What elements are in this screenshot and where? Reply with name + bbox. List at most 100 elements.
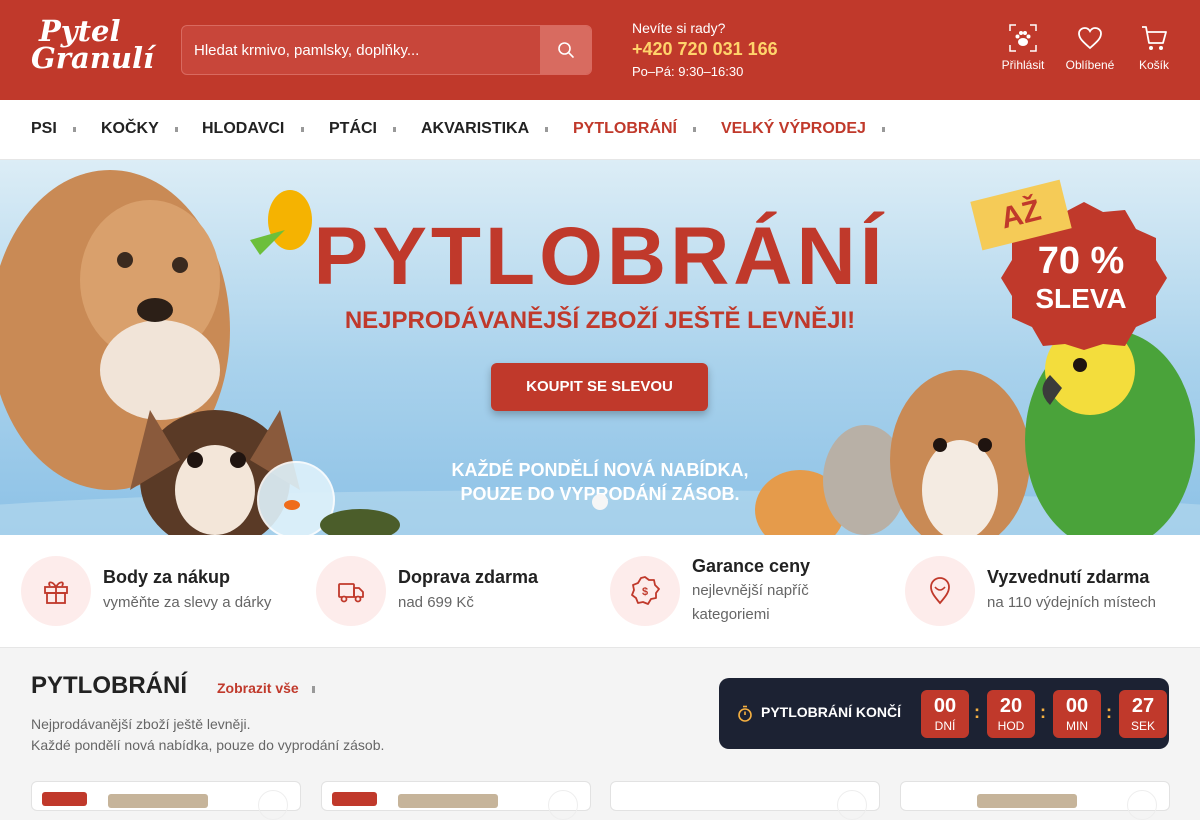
countdown-separator: :: [1040, 702, 1046, 722]
section-desc-line-1: Nejprodávanější zboží ještě levněji.: [31, 716, 251, 732]
countdown-minutes: 00 MIN: [1053, 690, 1101, 738]
product-card[interactable]: [321, 781, 591, 820]
search-bar: [181, 25, 592, 75]
login-label: Přihlásit: [1001, 58, 1045, 72]
benefit-desc: nad 699 Kč: [398, 594, 474, 611]
nav-item-akvaristika[interactable]: AKVARISTIKA: [421, 120, 529, 138]
product-image[interactable]: [108, 794, 208, 808]
main-navigation: PSI KOČKY HLODAVCI PTÁCI AKVARISTIKA PYT…: [0, 100, 1200, 160]
benefit-title: Garance ceny: [692, 556, 811, 576]
favorite-toggle[interactable]: [258, 790, 288, 820]
benefit-icon-circle: [905, 556, 975, 626]
paw-icon: [1009, 24, 1037, 52]
benefit-item: Doprava zdarma nad 699 Kč: [316, 556, 596, 626]
stopwatch-icon: [738, 705, 752, 722]
countdown-unit: SEK: [1130, 719, 1155, 733]
countdown-unit: DNÍ: [934, 719, 956, 733]
section-desc-line-2: Každé pondělí nová nabídka, pouze do vyp…: [31, 737, 385, 753]
benefit-icon-circle: [316, 556, 386, 626]
view-all-link[interactable]: Zobrazit vše: [217, 680, 299, 696]
discount-tag: [42, 792, 87, 806]
hero-note-line-1: KAŽDÉ PONDĚLÍ NOVÁ NABÍDKA,: [451, 460, 749, 480]
benefit-desc: vyměňte za slevy a dárky: [103, 594, 272, 611]
product-image[interactable]: [977, 794, 1077, 808]
product-card[interactable]: [31, 781, 301, 820]
favorites-button[interactable]: Oblíbené: [1055, 24, 1125, 72]
countdown-value: 27: [1131, 695, 1155, 717]
nav-item-pytlobrani[interactable]: PYTLOBRÁNÍ: [573, 120, 677, 138]
cart-icon: [1142, 26, 1167, 50]
help-phone[interactable]: +420 720 031 166: [632, 39, 778, 60]
favorite-toggle[interactable]: [837, 790, 867, 820]
benefit-desc: na 110 výdejních místech: [987, 594, 1156, 611]
countdown-days: 00 DNÍ: [921, 690, 969, 738]
section-title: PYTLOBRÁNÍ: [31, 672, 187, 699]
benefit-item: Body za nákup vyměňte za slevy a dárky: [21, 556, 301, 626]
svg-text:$: $: [642, 586, 648, 598]
discount-tag: [332, 792, 377, 806]
help-contact: Nevíte si rady? +420 720 031 166 Po–Pá: …: [632, 20, 778, 79]
benefit-item: Vyzvednutí zdarma na 110 výdejních míste…: [905, 556, 1195, 626]
benefit-desc: nejlevnější napříč kategoriemi: [692, 582, 809, 623]
nav-item-velky-vyprodej[interactable]: VELKÝ VÝPRODEJ: [721, 120, 866, 138]
nav-item-ptaci[interactable]: PTÁCI: [329, 120, 377, 138]
countdown-hours: 20 HOD: [987, 690, 1035, 738]
discount-badge-percent: 70 %: [1037, 240, 1125, 282]
hero-title: PYTLOBRÁNÍ: [313, 211, 887, 302]
nav-dropdown-icon[interactable]: [545, 127, 548, 132]
cart-button[interactable]: Košík: [1119, 24, 1189, 72]
chevron-right-icon: [312, 686, 315, 693]
nav-dropdown-icon[interactable]: [73, 127, 76, 132]
discount-badge-word: SLEVA: [1035, 283, 1127, 314]
site-logo[interactable]: Pytel Granulí: [31, 17, 154, 82]
countdown-separator: :: [1106, 702, 1112, 722]
truck-icon: [338, 583, 364, 603]
product-card[interactable]: [610, 781, 880, 820]
help-question: Nevíte si rady?: [632, 20, 726, 36]
help-hours: Po–Pá: 9:30–16:30: [632, 64, 744, 79]
discount-badge: AŽ 70 % SLEVA: [970, 179, 1175, 350]
search-button[interactable]: [540, 26, 591, 74]
nav-dropdown-icon[interactable]: [393, 127, 396, 132]
countdown-label: PYTLOBRÁNÍ KONČÍ: [761, 704, 901, 720]
benefit-title: Vyzvednutí zdarma: [987, 567, 1150, 587]
gift-icon: [44, 581, 68, 604]
countdown-separator: :: [974, 702, 980, 722]
discount-badge-text: 70 % SLEVA: [1015, 240, 1147, 315]
carousel-indicator[interactable]: [592, 494, 608, 510]
pin-icon: [930, 577, 950, 605]
countdown-unit: MIN: [1066, 719, 1088, 733]
product-card[interactable]: [900, 781, 1170, 820]
product-image[interactable]: [398, 794, 498, 808]
hero-cta-button[interactable]: KOUPIT SE SLEVOU: [491, 363, 708, 411]
benefit-title: Doprava zdarma: [398, 567, 539, 587]
nav-item-kocky[interactable]: KOČKY: [101, 120, 159, 138]
benefit-title: Body za nákup: [103, 567, 231, 587]
favorite-toggle[interactable]: [548, 790, 578, 820]
benefit-icon-circle: [21, 556, 91, 626]
site-header: Pytel Granulí Nevíte si rady? +420 720 0…: [0, 0, 1200, 100]
favorite-toggle[interactable]: [1127, 790, 1157, 820]
cart-label: Košík: [1138, 58, 1169, 72]
login-button[interactable]: Přihlásit: [988, 24, 1058, 72]
heart-icon: [1078, 27, 1102, 50]
countdown-value: 00: [933, 695, 957, 717]
nav-dropdown-icon[interactable]: [693, 127, 696, 132]
countdown-value: 00: [1065, 695, 1089, 717]
nav-dropdown-icon[interactable]: [175, 127, 178, 132]
countdown-timer: PYTLOBRÁNÍ KONČÍ 00 DNÍ : 20 HOD : 00 MI…: [719, 678, 1169, 749]
section-description: Nejprodávanější zboží ještě levněji. Kaž…: [31, 714, 384, 756]
hero-subtitle: NEJPRODÁVANĚJŠÍ ZBOŽÍ JEŠTĚ LEVNĚJI!: [344, 307, 856, 334]
benefit-icon-circle: $: [610, 556, 680, 626]
nav-item-hlodavci[interactable]: HLODAVCI: [202, 120, 284, 138]
search-input[interactable]: [182, 26, 542, 74]
hero-banner[interactable]: PYTLOBRÁNÍ NEJPRODÁVANĚJŠÍ ZBOŽÍ JEŠTĚ L…: [0, 160, 1200, 535]
nav-dropdown-icon[interactable]: [882, 127, 885, 132]
countdown-value: 20: [999, 695, 1023, 717]
nav-item-psi[interactable]: PSI: [31, 120, 57, 138]
benefit-item: $ Garance ceny nejlevnější napříč katego…: [610, 556, 890, 626]
nav-dropdown-icon[interactable]: [301, 127, 304, 132]
countdown-seconds: 27 SEK: [1119, 690, 1167, 738]
favorites-label: Oblíbené: [1065, 58, 1115, 72]
search-icon: [557, 42, 574, 58]
